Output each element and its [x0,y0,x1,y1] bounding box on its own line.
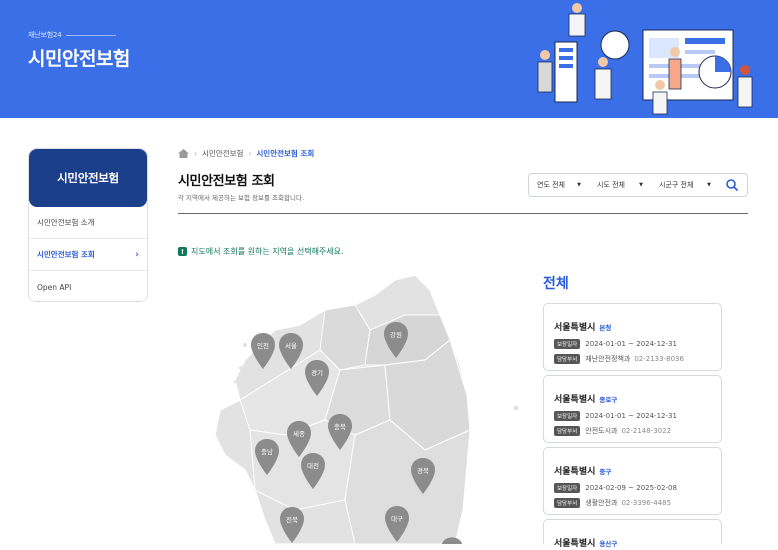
breadcrumb: › 시민안전보험 › 시민안전보험 조회 [178,148,314,159]
page-title: 시민안전보험 조회 [178,174,275,189]
home-icon[interactable] [178,149,189,158]
card-district: 용산구 [599,540,618,548]
sigungu-select-value: 시군구 전체 [659,181,694,189]
breadcrumb-separator: › [194,149,197,158]
pin-label: 대구 [391,515,403,523]
sidebar-item-label: 시민안전보험 조회 [37,250,95,259]
card-tel: 02-2133-8036 [634,355,684,363]
map-notice-text: 지도에서 조회를 원하는 지역을 선택해주세요. [191,247,344,256]
pin-label: 전북 [286,516,298,524]
pin-icon [255,439,279,475]
card-period: 2024-01-01 ~ 2024-12-31 [585,340,677,348]
pin-icon [280,507,304,543]
sidebar-item-intro[interactable]: 시민안전보험 소개 [29,207,147,239]
map-notice: ! 지도에서 조회를 원하는 지역을 선택해주세요. [178,246,344,257]
pin-icon [251,333,275,369]
dept-tag: 담당부서 [554,426,581,436]
hero-illustration [537,3,753,115]
caret-down-icon: ▼ [639,182,643,188]
period-tag: 보장일자 [554,411,581,421]
pin-label: 강원 [390,331,402,339]
sido-select-value: 시도 전체 [597,181,625,189]
pin-icon [328,414,352,450]
map-pin-daegu[interactable]: 대구 [384,505,410,543]
dept-tag: 담당부서 [554,354,581,364]
pin-label: 세종 [293,430,305,438]
page-description: 각 지역에서 제공하는 보험 정보를 조회합니다. [178,194,305,202]
hero-title: 시민안전보험 [28,48,130,70]
hero-divider [66,35,116,36]
card-dept: 재난안전정책과 [585,355,631,363]
pin-label: 충남 [261,448,273,456]
year-select[interactable]: 연도 전체 ▼ [529,180,589,190]
filter-bar: 연도 전체 ▼ 시도 전체 ▼ 시군구 전체 ▼ [528,173,748,197]
card-dept: 생활안전과 [585,499,618,507]
caret-down-icon: ▼ [707,182,711,188]
card-district: 본청 [599,324,612,332]
map-pin-jeonbuk[interactable]: 전북 [279,506,305,544]
sidebar-item-label: Open API [37,282,72,292]
sidebar: 시민안전보험 시민안전보험 소개 시민안전보험 조회 › Open API [28,148,148,302]
pin-label: 대전 [307,462,319,470]
breadcrumb-level2[interactable]: 시민안전보험 조회 [256,148,314,159]
insurance-card[interactable]: 서울특별시 종로구 보장일자 2024-01-01 ~ 2024-12-31 담당부… [543,375,722,443]
card-period: 2024-01-01 ~ 2024-12-31 [585,412,677,420]
card-city: 서울특별시 [554,323,596,333]
pin-icon [384,322,408,358]
chevron-right-icon: › [135,249,139,260]
sido-select[interactable]: 시도 전체 ▼ [589,180,651,190]
pin-icon [305,360,329,396]
title-divider [178,213,748,214]
map-pin-incheon[interactable]: 인천 [250,332,276,370]
card-tel: 02-3396-4485 [621,499,672,507]
insurance-card[interactable]: 서울특별시 중구 보장일자 2024-02-09 ~ 2025-02-08 담당부서… [543,447,722,515]
map-pin-gyeongbuk[interactable]: 경북 [410,457,436,495]
sidebar-item-label: 시민안전보험 소개 [37,218,95,227]
sidebar-title: 시민안전보험 [29,149,147,207]
pin-label: 충북 [334,423,346,431]
breadcrumb-level1[interactable]: 시민안전보험 [202,148,243,159]
pin-label: 경북 [417,467,429,475]
card-dept: 안전도시과 [585,427,618,435]
card-period: 2024-02-09 ~ 2025-02-08 [585,484,677,492]
map-pin-partial[interactable] [440,536,464,544]
sidebar-item-inquiry[interactable]: 시민안전보험 조회 › [29,239,147,271]
insurance-card[interactable]: 서울특별시 용산구 [543,519,722,549]
card-city: 서울특별시 [554,395,596,405]
pin-label: 경기 [311,369,323,377]
pin-label: 인천 [257,342,269,350]
map-pin-seoul[interactable]: 서울 [278,332,304,370]
card-city: 서울특별시 [554,539,596,549]
map-pin-gangwon[interactable]: 강원 [383,321,409,359]
pin-icon [411,458,435,494]
korea-map[interactable] [205,270,525,544]
pin-icon [301,453,325,489]
map-pin-gyeonggi[interactable]: 경기 [304,359,330,397]
card-city: 서울특별시 [554,467,596,477]
pin-label: 서울 [285,342,297,350]
map-pin-chungbuk[interactable]: 충북 [327,413,353,451]
pin-icon [441,537,463,544]
sidebar-item-open-api[interactable]: Open API [29,271,147,301]
pin-icon [385,506,409,542]
search-icon[interactable] [725,178,739,192]
sigungu-select[interactable]: 시군구 전체 ▼ [651,180,719,190]
period-tag: 보장일자 [554,483,581,493]
card-tel: 02-2148-3022 [621,427,672,435]
year-select-value: 연도 전체 [537,181,565,189]
info-icon: ! [178,247,187,256]
dept-tag: 담당부서 [554,498,581,508]
insurance-card[interactable]: 서울특별시 본청 보장일자 2024-01-01 ~ 2024-12-31 담당부서… [543,303,722,371]
period-tag: 보장일자 [554,339,581,349]
map-pin-chungnam[interactable]: 충남 [254,438,280,476]
breadcrumb-separator: › [248,149,252,158]
result-list-title: 전체 [543,276,569,292]
map-pin-daejeon[interactable]: 대전 [300,452,326,490]
card-district: 종로구 [599,396,618,404]
caret-down-icon: ▼ [577,182,581,188]
pin-icon [279,333,303,369]
hero-subtitle: 재난보험24 [28,31,62,39]
card-district: 중구 [599,468,612,476]
hero-banner: 재난보험24 시민안전보험 [0,0,778,118]
